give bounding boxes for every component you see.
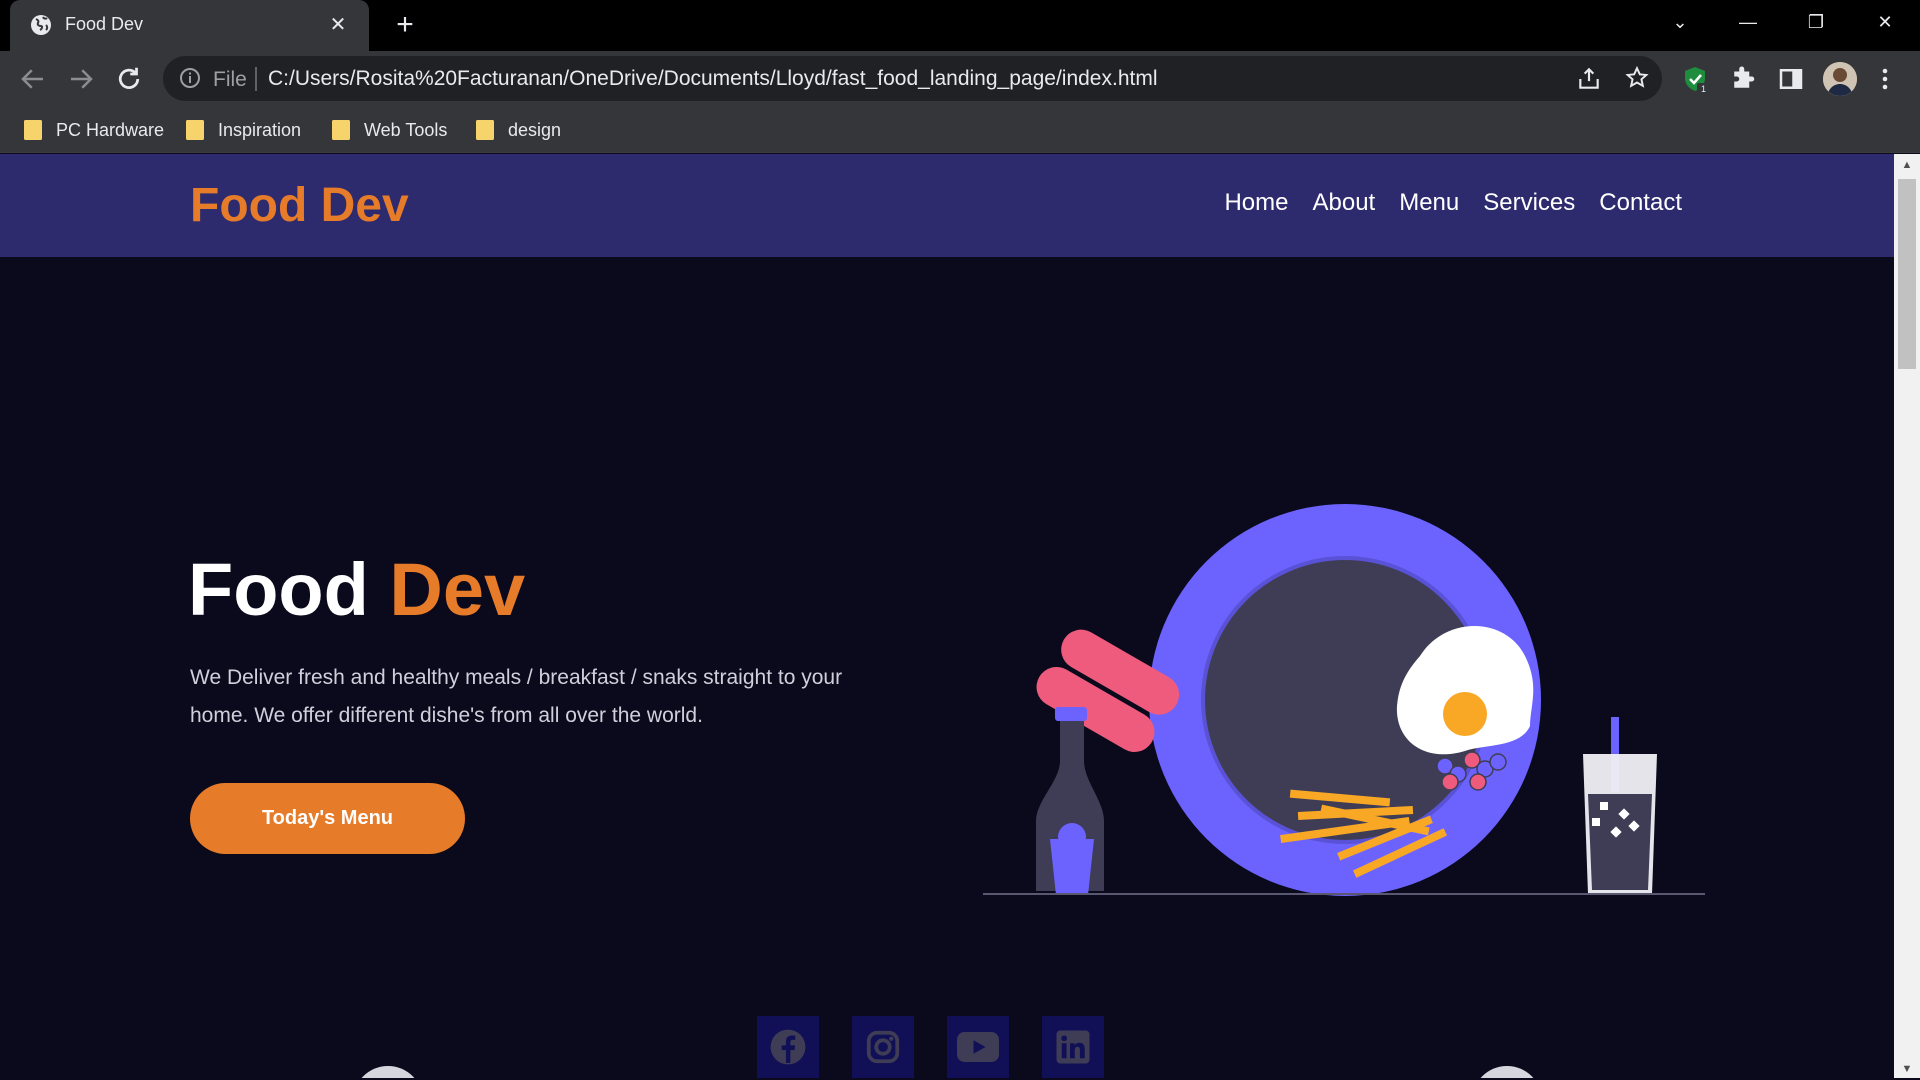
extensions-puzzle-icon[interactable] (1728, 64, 1758, 94)
forward-arrow-icon[interactable] (66, 64, 96, 94)
folder-icon (476, 120, 494, 140)
todays-menu-button[interactable]: Today's Menu (190, 783, 465, 854)
bookmark-web-tools[interactable]: Web Tools (332, 115, 447, 145)
browser-menu-icon[interactable] (1875, 64, 1895, 94)
decorative-circle-right (1472, 1066, 1542, 1078)
instagram-icon (866, 1030, 900, 1064)
address-url[interactable]: C:/Users/Rosita%20Facturanan/OneDrive/Do… (268, 67, 1158, 91)
sauce-bottle-icon (1036, 707, 1104, 895)
hero-title-main: Food (188, 548, 369, 631)
linkedin-link[interactable] (1042, 1016, 1104, 1078)
bookmark-design[interactable]: design (476, 115, 561, 145)
minimize-button[interactable]: — (1718, 0, 1778, 44)
site-header: Food Dev Home About Menu Services Contac… (0, 154, 1894, 257)
youtube-icon (957, 1032, 999, 1062)
hero-description: We Deliver fresh and healthy meals / bre… (190, 666, 843, 727)
nav-menu[interactable]: Menu (1399, 189, 1459, 217)
breakfast-illustration (983, 504, 1705, 896)
browser-tab[interactable]: Food Dev ✕ (10, 0, 369, 51)
nav-contact[interactable]: Contact (1599, 189, 1682, 217)
tab-search-icon[interactable]: ⌄ (1650, 0, 1710, 44)
folder-icon (186, 120, 204, 140)
address-separator (255, 67, 257, 91)
profile-avatar-icon (1823, 62, 1857, 96)
scroll-up-arrow-icon[interactable]: ▲ (1900, 158, 1914, 172)
hero-title-accent: Dev (389, 548, 526, 631)
new-tab-button[interactable]: + (390, 10, 420, 41)
tab-title: Food Dev (65, 14, 144, 34)
scrollbar-thumb[interactable] (1898, 179, 1916, 369)
social-links (757, 1016, 1104, 1078)
bookmark-label: design (508, 119, 562, 140)
instagram-link[interactable] (852, 1016, 914, 1078)
bookmark-star-icon[interactable] (1624, 65, 1650, 91)
restore-button[interactable]: ❐ (1786, 0, 1846, 44)
close-window-button[interactable]: ✕ (1855, 0, 1915, 44)
back-arrow-icon[interactable] (18, 64, 48, 94)
facebook-link[interactable] (757, 1016, 819, 1078)
close-tab-icon[interactable]: ✕ (325, 12, 351, 38)
globe-icon (31, 15, 51, 35)
folder-icon (332, 120, 350, 140)
page-viewport: Food Dev Home About Menu Services Contac… (0, 154, 1894, 1078)
drink-glass-icon (1583, 717, 1657, 894)
info-icon[interactable] (178, 66, 202, 90)
address-scheme: File (213, 68, 247, 91)
nav-about[interactable]: About (1312, 189, 1375, 217)
folder-icon (24, 120, 42, 140)
youtube-link[interactable] (947, 1016, 1009, 1078)
main-nav: Home About Menu Services Contact (1224, 189, 1682, 217)
share-icon[interactable] (1576, 66, 1602, 92)
reload-icon[interactable] (114, 64, 144, 94)
browser-tab-strip: Food Dev ✕ + ⌄ — ❐ ✕ (0, 0, 1920, 51)
facebook-icon (770, 1029, 806, 1065)
nav-services[interactable]: Services (1483, 189, 1575, 217)
bookmark-inspiration[interactable]: Inspiration (186, 115, 301, 145)
bookmark-pc-hardware[interactable]: PC Hardware (24, 115, 164, 145)
side-panel-icon[interactable] (1776, 64, 1806, 94)
bookmark-label: Inspiration (218, 119, 302, 140)
bookmark-label: Web Tools (364, 119, 448, 140)
browser-toolbar: File C:/Users/Rosita%20Facturanan/OneDri… (0, 51, 1920, 108)
extension-badge: 1 (1701, 84, 1706, 94)
address-bar[interactable]: File C:/Users/Rosita%20Facturanan/OneDri… (163, 56, 1662, 101)
site-logo[interactable]: Food Dev (190, 178, 409, 233)
profile-avatar[interactable] (1823, 62, 1857, 96)
egg-yolk (1443, 692, 1487, 736)
linkedin-icon (1056, 1030, 1090, 1064)
hero-title: Food Dev (188, 547, 525, 632)
shield-extension-icon[interactable]: 1 (1680, 64, 1710, 94)
bookmark-label: PC Hardware (56, 119, 165, 140)
scroll-down-arrow-icon[interactable]: ▼ (1900, 1062, 1914, 1076)
nav-home[interactable]: Home (1224, 189, 1288, 217)
decorative-circle-left (353, 1066, 423, 1078)
bookmarks-bar: PC Hardware Inspiration Web Tools design (0, 108, 1920, 153)
page-scrollbar[interactable]: ▲ ▼ (1894, 154, 1920, 1078)
